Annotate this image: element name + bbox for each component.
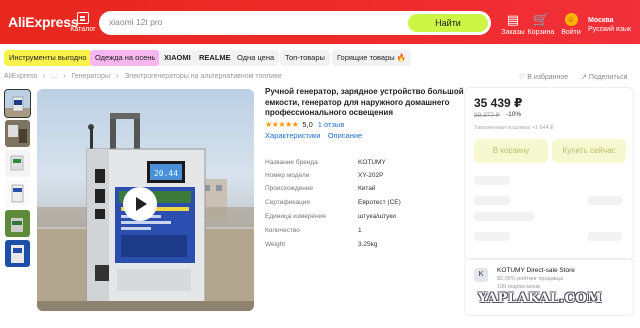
spec-row: Номер модели XY-202P <box>265 172 465 182</box>
top-header: AliExpress Каталог xiaomi 12t pro Найти … <box>0 0 640 44</box>
breadcrumb-ellipsis[interactable]: ... <box>51 73 57 80</box>
thumb-front-icon <box>5 180 30 207</box>
login-label: Войти <box>561 29 581 36</box>
region-city: Москва <box>588 17 614 24</box>
breadcrumb-sep: › <box>63 73 66 80</box>
spec-value: XY-202P <box>358 172 384 179</box>
price: 35 439 ₽ <box>474 96 523 110</box>
add-to-cart-button[interactable]: В корзину <box>474 139 548 163</box>
spec-row: Weight 3.25kg <box>265 241 465 251</box>
catalog-button[interactable]: Каталог <box>70 12 96 36</box>
thumb-generator-icon <box>5 90 30 117</box>
loading-placeholder <box>474 232 510 241</box>
catalog-icon <box>77 12 89 24</box>
loading-placeholder <box>588 232 622 241</box>
seller-followers: 100 подписчиков <box>497 284 540 290</box>
search-bar[interactable]: xiaomi 12t pro Найти <box>99 11 491 35</box>
spec-key: Единица измерения <box>265 213 326 220</box>
user-coin-icon: ☺ <box>564 13 578 26</box>
chip-realme[interactable]: REALME <box>194 50 236 66</box>
cart-button[interactable]: 🛒 Корзина <box>524 12 558 37</box>
add-to-favorites[interactable]: ♡ В избранное <box>519 73 568 81</box>
play-video-button[interactable] <box>123 187 157 221</box>
region-selector[interactable]: Москва Русский язык <box>588 16 631 34</box>
thumbnail-5[interactable] <box>5 210 30 237</box>
share-button[interactable]: ↗ Поделиться <box>581 73 627 81</box>
thumbnail-4[interactable] <box>5 180 30 207</box>
catalog-label: Каталог <box>70 26 96 33</box>
watermark: YAPLAKAL.COM <box>478 291 603 306</box>
thumbnail-1[interactable] <box>4 89 31 118</box>
share-label: Поделиться <box>588 74 628 81</box>
heart-icon: ♡ <box>519 74 528 81</box>
product-tabs: Характеристики Описание <box>265 131 367 140</box>
thumbnail-3[interactable] <box>5 150 30 177</box>
product-title: Ручной генератор, зарядное устройство бо… <box>265 87 464 117</box>
thumbnail-6[interactable] <box>5 240 30 267</box>
breadcrumb-aliexpress[interactable]: AliExpress <box>4 73 37 80</box>
device-screen-text: 20.44 <box>154 169 178 178</box>
seller-logo: K <box>474 268 488 282</box>
breadcrumb-generators[interactable]: Генераторы <box>71 73 110 80</box>
thumbnail-2[interactable] <box>5 120 30 147</box>
chip-hot-products[interactable]: Горящие товары 🔥 <box>332 50 412 66</box>
chip-one-price[interactable]: Одна цена <box>232 50 280 66</box>
buy-now-button[interactable]: Купить сейчас <box>552 139 626 163</box>
customs-duty: Таможенная пошлина +1 644 ₽ <box>474 125 554 131</box>
spec-value: KOTUMY <box>358 159 386 166</box>
chip-autumn-clothes[interactable]: Одежда на осень <box>90 50 161 66</box>
spec-value: штука/штуки <box>358 213 396 220</box>
discount-badge: -10% <box>506 111 522 118</box>
region-language: Русский язык <box>588 26 632 33</box>
chip-xiaomi[interactable]: XIAOMI <box>159 50 196 66</box>
orders-label: Заказы <box>501 29 525 36</box>
spec-value: 3.25kg <box>358 241 378 248</box>
spec-row: Название бренда KOTUMY <box>265 159 465 169</box>
spec-key: Сертификация <box>265 199 310 206</box>
breadcrumb: AliExpress › ... › Генераторы › Электрог… <box>4 73 286 80</box>
thumb-panel-icon <box>5 240 30 267</box>
reviews-link[interactable]: 1 отзыв <box>318 120 345 129</box>
login-button[interactable]: ☺ Войти <box>554 13 588 36</box>
search-input[interactable]: xiaomi 12t pro <box>109 17 162 27</box>
chip-top-products[interactable]: Топ-товары <box>280 50 330 66</box>
search-button[interactable]: Найти <box>408 14 488 32</box>
spec-key: Название бренда <box>265 159 318 166</box>
breadcrumb-alt-fuel[interactable]: Электрогенераторы на альтернативном топл… <box>124 73 281 80</box>
thumb-usage-icon <box>5 120 30 147</box>
spec-key: Количество <box>265 227 300 234</box>
favorites-label: В избранное <box>527 74 569 81</box>
product-rating: ★★★★★ 5,0 1 отзыв <box>265 120 344 129</box>
aliexpress-logo[interactable]: AliExpress <box>8 14 79 30</box>
loading-placeholder <box>474 176 510 185</box>
spec-value: Евротест (CE) <box>358 199 401 206</box>
seller-name[interactable]: KOTUMY Direct-sale Store <box>497 267 575 274</box>
spec-key: Номер модели <box>265 172 310 179</box>
cart-icon: 🛒 <box>532 12 550 27</box>
spec-row: Происхождение Китай <box>265 185 465 195</box>
spec-key: Происхождение <box>265 185 314 192</box>
spec-key: Weight <box>265 241 286 248</box>
rating-value: 5,0 <box>302 120 313 129</box>
cart-label: Корзина <box>527 29 555 36</box>
tab-description[interactable]: Описание <box>328 131 363 140</box>
share-icon: ↗ <box>581 74 589 81</box>
spec-value: Китай <box>358 185 376 192</box>
spec-row: Сертификация Евротест (CE) <box>265 199 465 209</box>
seller-rating: 82,05% рейтинг продавца <box>497 276 563 282</box>
breadcrumb-sep: › <box>115 73 119 80</box>
loading-placeholder <box>474 196 510 205</box>
old-price: 39 377 ₽ <box>474 112 500 119</box>
spec-value: 1 <box>358 227 362 234</box>
breadcrumb-sep: › <box>43 73 46 80</box>
thumb-outdoor-icon <box>5 210 30 237</box>
chip-tools[interactable]: Инструменты выгодно <box>4 50 92 66</box>
loading-placeholder <box>588 196 622 205</box>
spec-row: Количество 1 <box>265 227 465 237</box>
tab-specs[interactable]: Характеристики <box>265 131 321 140</box>
loading-placeholder <box>474 212 534 221</box>
rating-stars-icon: ★★★★★ <box>265 120 299 129</box>
spec-row: Единица измерения штука/штуки <box>265 213 465 223</box>
thumb-box-icon <box>5 150 30 177</box>
